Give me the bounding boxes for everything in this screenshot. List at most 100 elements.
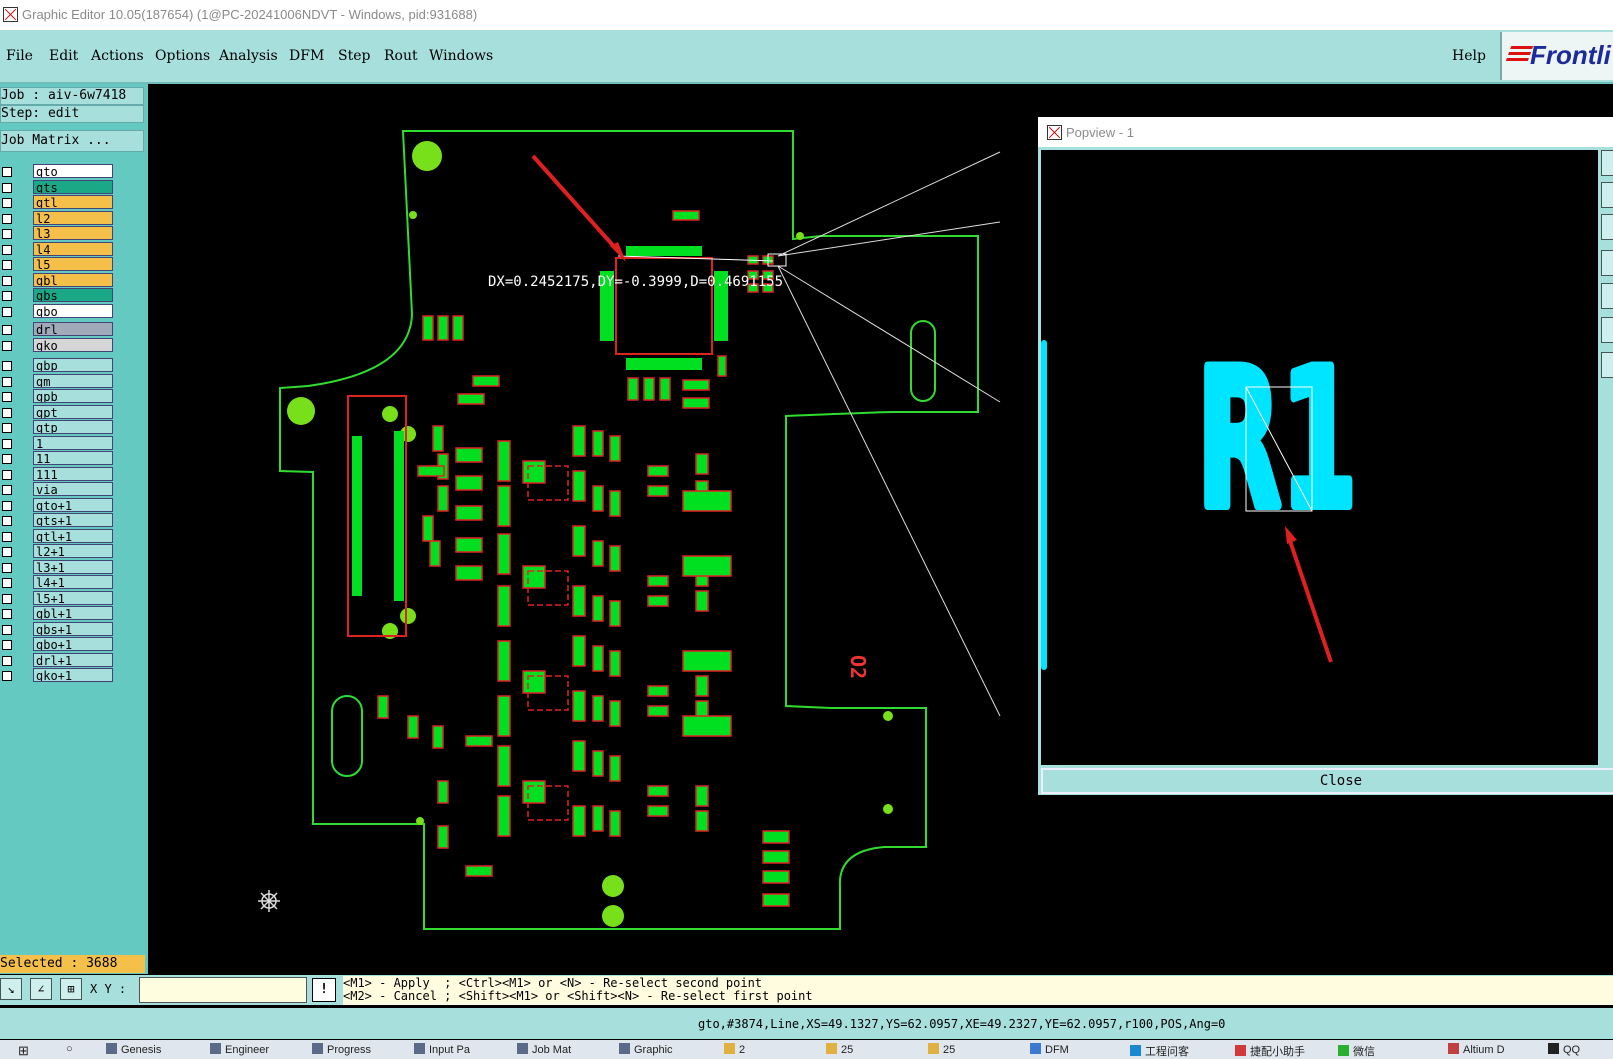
layer-checkbox[interactable] xyxy=(2,340,12,351)
layer-label[interactable]: gtl xyxy=(33,195,113,209)
popview-close-button[interactable]: Close xyxy=(1041,768,1613,794)
layer-label[interactable]: l4+1 xyxy=(33,575,113,589)
layer-checkbox[interactable] xyxy=(2,275,12,286)
popview-canvas[interactable]: R1 xyxy=(1041,150,1598,765)
layer-label[interactable]: l5 xyxy=(33,257,113,271)
layer-label[interactable]: gto+1 xyxy=(33,497,113,512)
popview-side-button[interactable] xyxy=(1601,182,1613,208)
layer-checkbox[interactable] xyxy=(2,244,12,255)
menu-edit[interactable]: Edit xyxy=(49,48,78,64)
layer-checkbox[interactable] xyxy=(2,260,12,270)
layer-row-gto[interactable]: gto xyxy=(0,164,116,179)
taskbar-item[interactable]: Job Mat xyxy=(532,1044,571,1056)
layer-label[interactable]: gtl+1 xyxy=(33,528,113,543)
layer-row-l2-plus1[interactable]: l2+1 xyxy=(0,544,116,559)
layer-label[interactable]: gpb xyxy=(33,389,113,403)
layer-checkbox[interactable] xyxy=(2,438,12,449)
layer-label[interactable]: gbs xyxy=(33,288,113,302)
layer-row-111[interactable]: 111 xyxy=(0,466,116,482)
layer-label[interactable]: gts xyxy=(33,179,113,194)
menu-help[interactable]: Help xyxy=(1452,48,1486,64)
layer-row-11[interactable]: 11 xyxy=(0,451,116,466)
start-icon[interactable]: ⊞ xyxy=(18,1043,29,1059)
taskbar-item[interactable]: DFM xyxy=(1045,1044,1069,1056)
layer-checkbox[interactable] xyxy=(2,306,12,317)
layer-label[interactable]: l3+1 xyxy=(33,559,113,574)
layer-checkbox[interactable] xyxy=(2,485,12,495)
layer-checkbox[interactable] xyxy=(2,407,12,418)
layer-checkbox[interactable] xyxy=(2,593,12,604)
layer-row-drl[interactable]: drl xyxy=(0,322,116,337)
popview-side-button[interactable] xyxy=(1601,317,1613,343)
layer-label[interactable]: gts+1 xyxy=(33,513,113,527)
layer-row-l5[interactable]: l5 xyxy=(0,257,116,272)
popview-side-button[interactable] xyxy=(1601,214,1613,240)
layer-label[interactable]: gbs+1 xyxy=(33,621,113,636)
layer-row-gbs[interactable]: gbs xyxy=(0,288,116,303)
layer-label[interactable]: gbl+1 xyxy=(33,606,113,620)
layer-row-gm[interactable]: gm xyxy=(0,373,116,389)
layer-row-1[interactable]: 1 xyxy=(0,435,116,451)
layer-checkbox[interactable] xyxy=(2,624,12,635)
layer-checkbox[interactable] xyxy=(2,500,12,511)
taskbar-item[interactable]: 微信 xyxy=(1353,1046,1375,1058)
layer-checkbox[interactable] xyxy=(2,325,12,335)
layer-checkbox[interactable] xyxy=(2,609,12,619)
layer-row-l2[interactable]: l2 xyxy=(0,210,116,226)
taskbar-item[interactable]: 25 xyxy=(943,1044,955,1056)
layer-row-gko-plus1[interactable]: gko+1 xyxy=(0,668,116,683)
menu-file[interactable]: File xyxy=(6,48,33,64)
taskbar-item[interactable]: 工程问客 xyxy=(1145,1046,1189,1058)
taskbar-item[interactable]: Input Pa xyxy=(429,1044,470,1056)
menu-dfm[interactable]: DFM xyxy=(289,48,324,64)
layer-label[interactable]: 1 xyxy=(33,435,113,450)
layer-checkbox[interactable] xyxy=(2,640,12,650)
layer-checkbox[interactable] xyxy=(2,531,12,542)
layer-label[interactable]: 11 xyxy=(33,451,113,465)
layer-checkbox[interactable] xyxy=(2,423,12,433)
layer-row-gto-plus1[interactable]: gto+1 xyxy=(0,497,116,513)
layer-row-l4-plus1[interactable]: l4+1 xyxy=(0,575,116,590)
taskbar-item[interactable]: 捷配小助手 xyxy=(1250,1046,1305,1058)
layer-label[interactable]: l5+1 xyxy=(33,590,113,605)
layer-label[interactable]: gto xyxy=(33,164,113,178)
menu-windows[interactable]: Windows xyxy=(429,48,493,64)
layer-checkbox[interactable] xyxy=(2,516,12,526)
layer-row-l5-plus1[interactable]: l5+1 xyxy=(0,590,116,606)
layer-label[interactable]: gm xyxy=(33,373,113,388)
taskbar-item[interactable]: 25 xyxy=(841,1044,853,1056)
layer-label[interactable]: l4 xyxy=(33,241,113,256)
popview-side-button[interactable] xyxy=(1601,283,1613,309)
layer-checkbox[interactable] xyxy=(2,469,12,480)
taskbar-item[interactable]: Genesis xyxy=(121,1044,161,1056)
layer-label[interactable]: gko+1 xyxy=(33,668,113,682)
layer-row-gtl-plus1[interactable]: gtl+1 xyxy=(0,528,116,544)
menu-options[interactable]: Options xyxy=(155,48,210,64)
layer-row-gbo-plus1[interactable]: gbo+1 xyxy=(0,637,116,652)
layer-checkbox[interactable] xyxy=(2,361,12,371)
taskbar-item[interactable]: Progress xyxy=(327,1044,371,1056)
layer-label[interactable]: gbo+1 xyxy=(33,637,113,651)
layer-row-gts-plus1[interactable]: gts+1 xyxy=(0,513,116,528)
layer-label[interactable]: gbl xyxy=(33,272,113,287)
popview-side-button[interactable] xyxy=(1601,352,1613,378)
taskbar-item[interactable]: 2 xyxy=(739,1044,745,1056)
graphics-canvas[interactable] xyxy=(148,86,1038,974)
layer-checkbox[interactable] xyxy=(2,671,12,681)
layer-row-l3-plus1[interactable]: l3+1 xyxy=(0,559,116,575)
tool-measure-icon[interactable]: ∠ xyxy=(30,978,52,1000)
layer-row-drl-plus1[interactable]: drl+1 xyxy=(0,652,116,668)
menu-actions[interactable]: Actions xyxy=(91,48,144,64)
tool-select-icon[interactable]: ↘ xyxy=(0,978,22,1000)
menu-analysis[interactable]: Analysis xyxy=(219,48,278,64)
menu-rout[interactable]: Rout xyxy=(384,48,418,64)
layer-row-gko[interactable]: gko xyxy=(0,337,116,353)
tool-grid-icon[interactable]: ⊞ xyxy=(60,978,82,1000)
layer-label[interactable]: gtp xyxy=(33,420,113,434)
xy-input[interactable] xyxy=(139,977,307,1003)
layer-row-gbs-plus1[interactable]: gbs+1 xyxy=(0,621,116,637)
menu-step[interactable]: Step xyxy=(338,48,370,64)
layer-label[interactable]: gbo xyxy=(33,303,113,318)
taskbar-item[interactable]: QQ xyxy=(1563,1044,1580,1056)
layer-checkbox[interactable] xyxy=(2,291,12,301)
